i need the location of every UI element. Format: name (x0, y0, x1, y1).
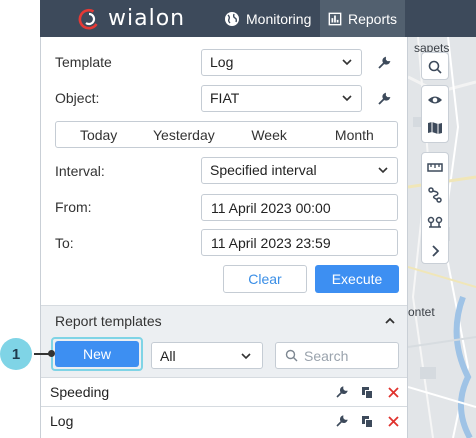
nav-monitoring-label: Monitoring (246, 10, 312, 27)
callout-dot (48, 350, 55, 357)
template-select-value: Log (210, 54, 234, 70)
new-template-button[interactable]: New (55, 341, 139, 367)
wrench-icon[interactable] (377, 56, 391, 70)
report-icon (328, 12, 342, 25)
section-title: Report templates (55, 313, 162, 329)
clear-button[interactable]: Clear (223, 265, 307, 293)
globe-icon (225, 11, 239, 26)
template-row[interactable]: Speeding (41, 377, 407, 406)
chevron-down-icon (241, 353, 251, 360)
period-tab-yesterday[interactable]: Yesterday (141, 122, 226, 147)
chevron-down-icon (378, 167, 388, 174)
period-tab-month[interactable]: Month (312, 122, 397, 147)
chevron-right-icon[interactable] (422, 237, 448, 265)
template-select[interactable]: Log (201, 49, 362, 76)
map-search-tool[interactable] (421, 52, 449, 80)
template-filter-select[interactable]: All (151, 342, 263, 369)
execute-button[interactable]: Execute (315, 265, 399, 293)
row-actions (335, 386, 400, 399)
to-label: To: (55, 235, 74, 251)
wialon-logo-icon (78, 8, 98, 29)
geofence-icon[interactable] (422, 209, 448, 237)
from-date-field[interactable]: 11 April 2023 00:00 (201, 194, 398, 221)
template-row[interactable]: Log (41, 406, 407, 435)
row-actions (335, 415, 400, 428)
search-placeholder: Search (304, 348, 349, 364)
object-label: Object: (55, 90, 100, 106)
route-icon[interactable] (422, 181, 448, 209)
copy-icon[interactable] (361, 415, 374, 428)
chevron-down-icon (342, 95, 352, 102)
report-templates-header[interactable]: Report templates (41, 305, 407, 335)
interval-select-value: Specified interval (210, 162, 317, 178)
screen: sapets ontet wialon Monitoring Reports T… (0, 0, 476, 438)
to-date-field[interactable]: 11 April 2023 23:59 (201, 229, 398, 256)
wrench-icon[interactable] (335, 386, 348, 399)
templates-toolbar: New All Search (41, 335, 407, 377)
period-tab-week[interactable]: Week (227, 122, 312, 147)
interval-label: Interval: (55, 163, 105, 179)
delete-icon[interactable] (387, 415, 400, 428)
nav-reports[interactable]: Reports (320, 0, 405, 37)
new-button-highlight: New (51, 337, 143, 371)
from-label: From: (55, 199, 92, 215)
ruler-icon[interactable] (422, 153, 448, 181)
template-name: Speeding (50, 384, 110, 400)
interval-select[interactable]: Specified interval (201, 157, 398, 184)
brand-name: wialon (108, 6, 186, 31)
object-select-value: FIAT (210, 90, 240, 106)
nav-monitoring[interactable]: Monitoring (216, 0, 319, 37)
eye-icon[interactable] (422, 86, 448, 114)
map-label: ontet (408, 305, 435, 319)
wrench-icon[interactable] (335, 415, 348, 428)
search-icon (285, 349, 298, 362)
wrench-icon[interactable] (377, 92, 391, 106)
template-label: Template (55, 54, 112, 70)
callout-number: 1 (0, 338, 32, 370)
copy-icon[interactable] (361, 386, 374, 399)
template-filter-value: All (160, 348, 176, 364)
delete-icon[interactable] (387, 386, 400, 399)
map-measure-tools (421, 152, 449, 264)
template-name: Log (50, 413, 74, 429)
reports-panel: Template Log Object: FIAT Today Yesterda… (40, 37, 408, 438)
period-tab-today[interactable]: Today (56, 122, 141, 147)
brand-logo: wialon (40, 0, 220, 37)
chevron-down-icon (342, 59, 352, 66)
map-layer-tools (421, 85, 449, 143)
period-tabs: Today Yesterday Week Month (55, 121, 398, 148)
template-search-input[interactable]: Search (275, 342, 399, 369)
map-icon[interactable] (422, 114, 448, 142)
chevron-up-icon[interactable] (384, 315, 396, 327)
search-icon[interactable] (422, 53, 448, 81)
nav-reports-label: Reports (347, 10, 397, 27)
object-select[interactable]: FIAT (201, 85, 362, 112)
